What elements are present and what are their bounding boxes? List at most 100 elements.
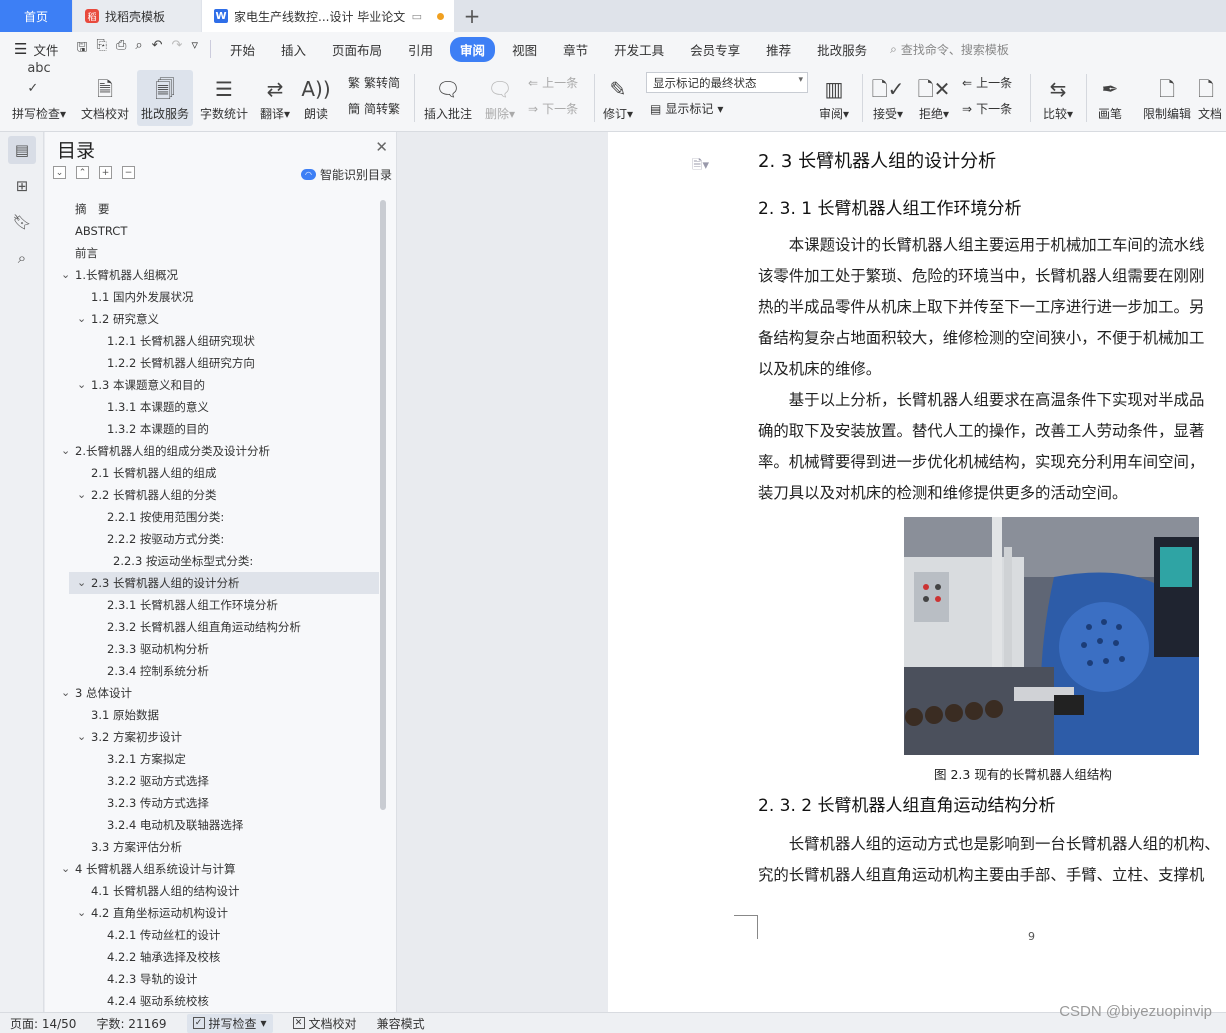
toc-entry[interactable]: 3.2.1 方案拟定 bbox=[45, 748, 379, 770]
tab-home[interactable]: 首页 bbox=[0, 0, 72, 32]
toc-entry[interactable]: 2.2.2 按驱动方式分类: bbox=[45, 528, 379, 550]
search-icon[interactable]: ⌕ bbox=[8, 244, 36, 272]
menu-tab[interactable]: 章节 bbox=[554, 37, 597, 62]
more-chevron-icon[interactable]: ▿ bbox=[191, 38, 198, 60]
review-pane-button[interactable]: ▥ 审阅▾ bbox=[814, 70, 854, 126]
menu-tab[interactable]: 推荐 bbox=[757, 37, 800, 62]
chevron-down-icon[interactable]: ⌄ bbox=[61, 264, 70, 286]
toc-entry[interactable]: 2.3.2 长臂机器人组直角运动结构分析 bbox=[45, 616, 379, 638]
toc-entry[interactable]: ⌄ 2.长臂机器人组的组成分类及设计分析 bbox=[45, 440, 379, 462]
menu-tab[interactable]: 开始 bbox=[221, 37, 264, 62]
menu-tab[interactable]: 引用 bbox=[399, 37, 442, 62]
word-count-indicator[interactable]: 字数: 21169 bbox=[96, 1015, 166, 1032]
print-preview-icon[interactable]: ⌕ bbox=[135, 38, 142, 60]
minus-icon[interactable]: − bbox=[122, 166, 135, 179]
toc-entry[interactable]: 4.2.4 驱动系统校核 bbox=[45, 990, 379, 1008]
chevron-down-icon[interactable]: ⌄ bbox=[61, 440, 70, 462]
show-markup-button[interactable]: ▤ 显示标记 ▾ bbox=[650, 100, 723, 117]
toc-entry[interactable]: 2.3.1 长臂机器人组工作环境分析 bbox=[45, 594, 379, 616]
track-changes-button[interactable]: ✎ 修订▾ bbox=[598, 70, 638, 126]
page-indicator[interactable]: 页面: 14/50 bbox=[10, 1015, 76, 1032]
bookmark-icon[interactable]: 🔖︎ bbox=[8, 208, 36, 236]
menu-tab[interactable]: 页面布局 bbox=[323, 37, 391, 62]
toc-entry[interactable]: ⌄ 1.长臂机器人组概况 bbox=[45, 264, 379, 286]
chevron-down-icon[interactable]: ⌄ bbox=[77, 374, 86, 396]
menu-tab[interactable]: 审阅 bbox=[450, 36, 496, 62]
menu-tab[interactable]: 会员专享 bbox=[681, 37, 749, 62]
monitor-icon[interactable]: ▭ bbox=[412, 10, 422, 23]
export-pdf-icon[interactable]: ⎘ bbox=[97, 38, 107, 60]
chevron-down-icon[interactable]: ⌄ bbox=[77, 902, 86, 924]
menu-tab[interactable]: 视图 bbox=[503, 37, 546, 62]
toc-entry[interactable]: 1.3.2 本课题的目的 bbox=[45, 418, 379, 440]
tab-document[interactable]: W 家电生产线数控...设计 毕业论文 ▭ bbox=[202, 0, 454, 32]
delete-comment-button[interactable]: 🗨 删除▾ bbox=[480, 70, 520, 126]
print-icon[interactable]: ⎙ bbox=[116, 38, 126, 60]
insert-comment-button[interactable]: 🗨 插入批注 bbox=[420, 70, 476, 126]
prev-comment-button[interactable]: ⇐ 上一条 bbox=[528, 74, 578, 91]
smart-toc-button[interactable]: ◠ 智能识别目录 bbox=[300, 166, 392, 183]
chevron-down-icon[interactable]: ⌄ bbox=[61, 682, 70, 704]
read-aloud-button[interactable]: A)) 朗读 bbox=[298, 70, 334, 126]
restrict-edit-button[interactable]: 🗋 限制编辑 bbox=[1140, 70, 1194, 126]
toc-entry[interactable]: ⌄ 3 总体设计 bbox=[45, 682, 379, 704]
doc-check-status[interactable]: ✕ 文档校对 bbox=[292, 1015, 357, 1032]
toc-entry[interactable]: 2.2.3 按运动坐标型式分类: bbox=[45, 550, 379, 572]
compare-button[interactable]: ⇆ 比较▾ bbox=[1036, 70, 1080, 126]
toc-entry[interactable]: ⌄ 1.2 研究意义 bbox=[45, 308, 379, 330]
toc-entry[interactable]: 3.1 原始数据 bbox=[45, 704, 379, 726]
accept-button[interactable]: 🗋✓ 接受▾ bbox=[868, 70, 908, 126]
spell-check-button[interactable]: abc ✓ 拼写检查▾ bbox=[8, 61, 70, 126]
plus-icon[interactable]: + bbox=[99, 166, 112, 179]
doc-check-button[interactable]: 🗎 文档校对 bbox=[76, 70, 134, 126]
scrollbar-thumb[interactable] bbox=[380, 200, 386, 810]
trad-to-simp-button[interactable]: 繁 繁转简 bbox=[348, 74, 400, 91]
word-count-button[interactable]: ☰ 字数统计 bbox=[196, 70, 252, 126]
chevron-down-icon[interactable]: ⌄ bbox=[61, 858, 70, 880]
chevron-down-icon[interactable]: ⌄ bbox=[77, 308, 86, 330]
expand-up-icon[interactable]: ⌃ bbox=[76, 166, 89, 179]
translate-button[interactable]: ⇄ 翻译▾ bbox=[255, 70, 295, 126]
tab-template[interactable]: 稻 找稻壳模板 bbox=[73, 0, 201, 32]
toc-entry[interactable]: 2.3.4 控制系统分析 bbox=[45, 660, 379, 682]
chevron-down-icon[interactable]: ⌄ bbox=[77, 484, 86, 506]
chevron-down-icon[interactable]: ⌄ bbox=[77, 726, 86, 748]
toc-entry[interactable]: 3.2.3 传动方式选择 bbox=[45, 792, 379, 814]
toc-entry[interactable]: 4.2.3 导轨的设计 bbox=[45, 968, 379, 990]
next-change-button[interactable]: ⇒ 下一条 bbox=[962, 100, 1012, 117]
correction-service-button[interactable]: 🗐 批改服务 bbox=[137, 70, 193, 126]
toc-entry[interactable]: 3.2.2 驱动方式选择 bbox=[45, 770, 379, 792]
toc-entry[interactable]: 4.1 长臂机器人组的结构设计 bbox=[45, 880, 379, 902]
menu-tab[interactable]: 插入 bbox=[272, 37, 315, 62]
redo-icon[interactable]: ↷ bbox=[172, 38, 183, 60]
outline-icon[interactable]: ⊞ bbox=[8, 172, 36, 200]
toc-entry[interactable]: 前言 bbox=[45, 242, 379, 264]
reject-button[interactable]: 🗋✕ 拒绝▾ bbox=[914, 70, 954, 126]
add-tab-button[interactable]: + bbox=[460, 4, 484, 28]
toc-entry[interactable]: 2.2.1 按使用范围分类: bbox=[45, 506, 379, 528]
toc-entry[interactable]: ABSTRCT bbox=[45, 220, 379, 242]
toc-entry[interactable]: 1.2.2 长臂机器人组研究方向 bbox=[45, 352, 379, 374]
toc-entry[interactable]: ⌄ 2.3 长臂机器人组的设计分析 bbox=[69, 572, 379, 594]
spell-check-status[interactable]: ✓ 拼写检查 ▾ bbox=[186, 1013, 273, 1033]
toc-entry[interactable]: ⌄ 4 长臂机器人组系统设计与计算 bbox=[45, 858, 379, 880]
toc-entry[interactable]: 4.2.2 轴承选择及校核 bbox=[45, 946, 379, 968]
markup-state-select[interactable]: 显示标记的最终状态 ▾ bbox=[646, 72, 808, 93]
toc-entry[interactable]: 4.2.1 传动丝杠的设计 bbox=[45, 924, 379, 946]
prev-change-button[interactable]: ⇐ 上一条 bbox=[962, 74, 1012, 91]
collapse-all-icon[interactable]: ⌄ bbox=[53, 166, 66, 179]
toc-entry[interactable]: 1.1 国内外发展状况 bbox=[45, 286, 379, 308]
toc-entry[interactable]: ⌄ 4.2 直角坐标运动机构设计 bbox=[45, 902, 379, 924]
document-button[interactable]: 🗋 文档 bbox=[1198, 70, 1226, 126]
toc-entry[interactable]: 2.3.3 驱动机构分析 bbox=[45, 638, 379, 660]
command-search[interactable]: ⌕ 查找命令、搜索模板 bbox=[890, 41, 1009, 58]
toc-entry[interactable]: ⌄ 1.3 本课题意义和目的 bbox=[45, 374, 379, 396]
toc-entry[interactable]: 2.1 长臂机器人组的组成 bbox=[45, 462, 379, 484]
toc-entry[interactable]: ⌄ 3.2 方案初步设计 bbox=[45, 726, 379, 748]
toc-entry[interactable]: 摘 要 bbox=[45, 198, 379, 220]
simp-to-trad-button[interactable]: 簡 简转繁 bbox=[348, 100, 400, 117]
toc-entry[interactable]: 1.2.1 长臂机器人组研究现状 bbox=[45, 330, 379, 352]
next-comment-button[interactable]: ⇒ 下一条 bbox=[528, 100, 578, 117]
toc-entry[interactable]: 3.2.4 电动机及联轴器选择 bbox=[45, 814, 379, 836]
undo-icon[interactable]: ↶ bbox=[152, 38, 163, 60]
